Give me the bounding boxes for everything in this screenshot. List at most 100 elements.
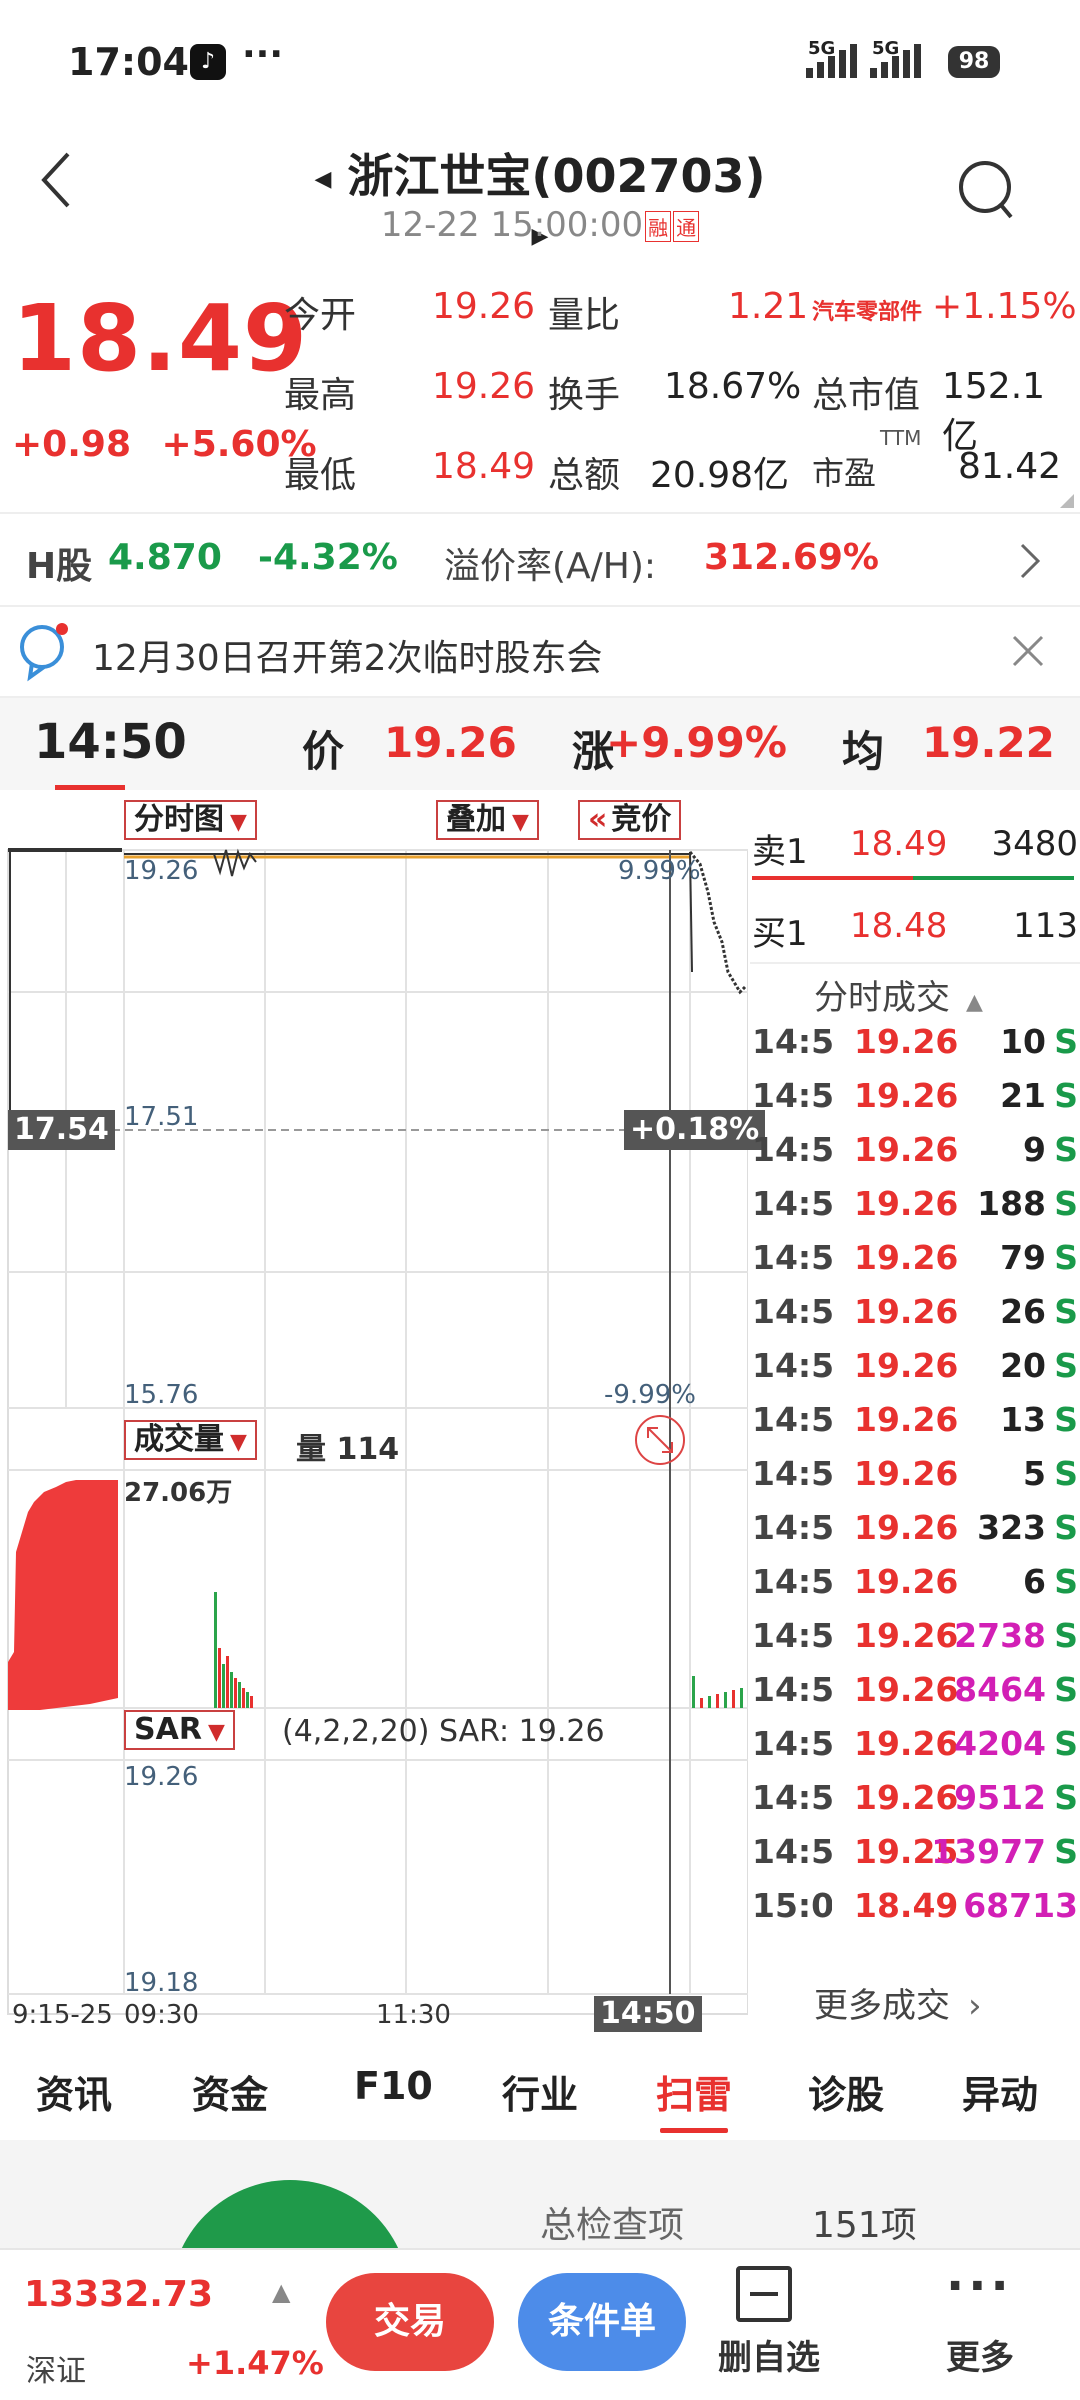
sort-up-icon: ▲ (966, 990, 983, 1015)
close-icon[interactable] (1010, 633, 1046, 669)
trade-row: 14:56 19.268464S (750, 1670, 1080, 1725)
cursor-change: +9.99% (606, 718, 787, 767)
book-ratio-bar (752, 876, 1074, 880)
expand-icon (635, 1415, 685, 1465)
trade-time: 14:56 (752, 1346, 832, 1385)
remove-watch-icon[interactable] (736, 2266, 792, 2322)
chart-type-dropdown[interactable]: 分时图 ▼ (124, 800, 257, 840)
back-arrow-icon[interactable] (38, 150, 78, 210)
tab-f10[interactable]: F10 (354, 2064, 433, 2108)
index-up-icon: ▲ (272, 2278, 291, 2306)
expand-corner-icon[interactable] (1060, 494, 1074, 508)
indicator-dropdown[interactable]: SAR ▼ (124, 1710, 235, 1750)
trade-side: S (1054, 1400, 1078, 1439)
cursor-avg-label: 均 (842, 727, 885, 776)
trade-volume: 6 (1023, 1562, 1046, 1601)
notice-row[interactable]: 12月30日召开第2次临时股东会 (0, 607, 1080, 697)
search-icon[interactable] (955, 155, 1015, 225)
indicator-params: (4,2,2,20) SAR: 19.26 (282, 1714, 605, 1749)
index-pct: +1.47% (186, 2344, 324, 2382)
ask-row[interactable]: 卖1 18.49 3480 (750, 816, 1080, 876)
tab-anomaly[interactable]: 异动 (962, 2064, 1038, 2119)
tab-news[interactable]: 资讯 (36, 2064, 112, 2119)
indicator-top-label: 19.26 (124, 1762, 199, 1792)
sector-name[interactable]: 汽车零部件 (812, 294, 922, 326)
more-icon[interactable]: ··· (946, 2258, 1013, 2314)
amount-value: 20.98亿 (650, 455, 790, 496)
auction-button[interactable]: «竞价 (578, 800, 682, 840)
vol-ratio-value: 1.21 (728, 286, 809, 327)
trade-price: 19.26 (854, 1076, 959, 1115)
volume-value: 量 114 (296, 1432, 400, 1467)
trade-price: 19.26 (854, 1562, 959, 1601)
more-label[interactable]: 更多 (946, 2330, 1014, 2379)
turnover-value: 18.67% (664, 366, 802, 407)
auction-label: 竞价 (611, 802, 672, 837)
cursor-avg: 19.22 (922, 718, 1055, 767)
trade-side: S (1054, 1616, 1078, 1655)
trade-row: 14:56 19.26 21S (750, 1076, 1080, 1131)
more-trades-link[interactable]: 更多成交 › (814, 1978, 982, 2027)
intraday-chart[interactable]: 分时图 ▼ 叠加 ▼ «竞价 19.26 17.51 15.76 9.99% -9.… (0, 792, 766, 2036)
volume-dropdown-label: 成交量 (134, 1422, 224, 1457)
datetime-text: 12-22 15:00:00 (380, 205, 644, 245)
dropdown-arrow-icon: ▼ (230, 810, 247, 835)
trade-price: 19.26 (854, 1724, 959, 1763)
tab-capital[interactable]: 资金 (192, 2064, 268, 2119)
trade-time: 14:57 (752, 1832, 832, 1871)
trade-side: S (1054, 1292, 1078, 1331)
tab-risk-scan[interactable]: 扫雷 (656, 2064, 732, 2119)
x-cursor-tag: 14:50 (594, 1996, 702, 2032)
overlay-label: 叠加 (446, 802, 506, 837)
ask-price: 18.49 (850, 824, 948, 864)
conditional-order-button[interactable]: 条件单 (518, 2273, 686, 2371)
status-bar: 17:04 ♪ ··· 5G 5G 98 (0, 0, 1080, 125)
trade-price: 19.26 (854, 1292, 959, 1331)
trade-side: S (1054, 1022, 1078, 1061)
auction-volume-area (8, 1472, 118, 1710)
auction-price-tag: 17.54 (8, 1110, 115, 1150)
trades-title[interactable]: 分时成交 ▲ (814, 970, 983, 1019)
trade-volume: 68713 (963, 1886, 1078, 1925)
margin-tag: 融 (645, 211, 672, 242)
tab-active-indicator (660, 2128, 728, 2133)
trade-row: 14:56 19.26 5S (750, 1454, 1080, 1509)
scan-content: 总检查项 151项 (0, 2140, 1080, 2300)
h-share-row[interactable]: H股 4.870 -4.32% 溢价率(A/H): 312.69% (0, 515, 1080, 605)
volume-max-label: 27.06万 (124, 1478, 233, 1508)
y-bot-label: 15.76 (124, 1380, 199, 1410)
low-value: 18.49 (432, 446, 536, 487)
prev-stock-icon[interactable]: ◀ (314, 167, 331, 192)
trade-volume: 5 (1023, 1454, 1046, 1493)
trade-side: S (1054, 1454, 1078, 1493)
h-share-pct: -4.32% (258, 537, 398, 578)
collapse-icon: « (588, 802, 608, 837)
tab-diagnosis[interactable]: 诊股 (808, 2064, 884, 2119)
low-label: 最低 (284, 455, 357, 496)
trade-button[interactable]: 交易 (326, 2273, 494, 2371)
remove-watch-label[interactable]: 删自选 (718, 2330, 820, 2379)
trade-price: 19.26 (854, 1346, 959, 1385)
trade-price: 19.26 (854, 1022, 959, 1061)
connect-tag: 通 (673, 211, 700, 242)
tab-industry[interactable]: 行业 (502, 2064, 578, 2119)
volume-dropdown[interactable]: 成交量 ▼ (124, 1420, 257, 1460)
active-indicator (55, 785, 125, 790)
trade-row: 14:56 19.26 323S (750, 1508, 1080, 1563)
indicator-label: SAR (134, 1712, 202, 1747)
trade-side: S (1054, 1508, 1078, 1547)
ask-volume: 3480 (991, 824, 1078, 864)
overlay-dropdown[interactable]: 叠加 ▼ (436, 800, 539, 840)
bid-row[interactable]: 买1 18.48 113 (750, 898, 1080, 958)
current-price: 18.49 (12, 285, 309, 392)
trade-row: 14:56 19.264204S (750, 1724, 1080, 1779)
divider (750, 962, 1080, 964)
trade-price: 19.26 (854, 1616, 959, 1655)
index-value[interactable]: 13332.73 (24, 2274, 213, 2315)
price-change: +0.98 +5.60% (12, 424, 317, 465)
trade-row: 14:56 19.262738S (750, 1616, 1080, 1671)
pe-value: 81.42 (958, 446, 1062, 487)
trades-title-text: 分时成交 (814, 978, 950, 1018)
trade-price: 19.26 (854, 1778, 959, 1817)
h-share-price: 4.870 (108, 537, 222, 578)
